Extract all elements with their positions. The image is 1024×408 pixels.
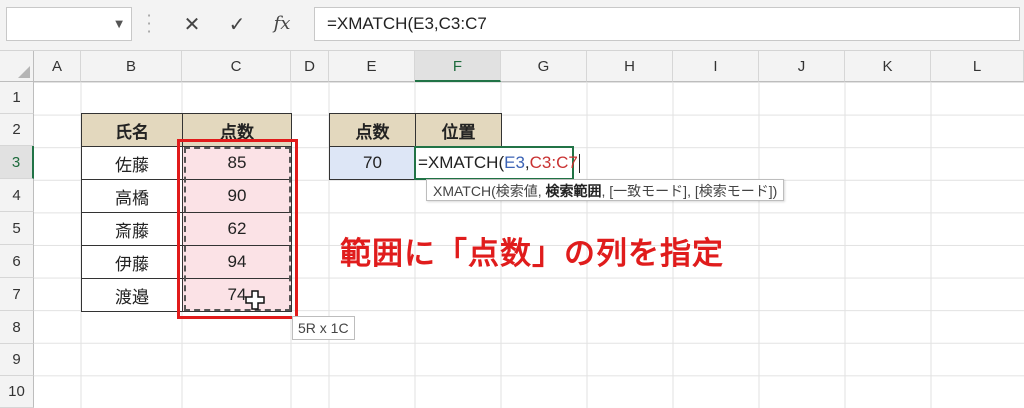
name-cell[interactable]: 斎藤 (81, 212, 183, 246)
table1-header-name[interactable]: 氏名 (81, 113, 183, 147)
function-syntax-tooltip[interactable]: XMATCH(検索値, 検索範囲, [一致モード], [検索モード]) (426, 179, 785, 201)
edit-ref-c3c7: C3:C7 (529, 153, 578, 172)
highlight-box (177, 139, 298, 319)
selection-size-tooltip: 5R x 1C (292, 316, 355, 340)
edit-ref-e3: E3 (504, 153, 525, 172)
instruction-annotation: 範囲に「点数」の列を指定 (340, 236, 724, 272)
table2-header-score[interactable]: 点数 (329, 113, 416, 147)
table2-header-position[interactable]: 位置 (415, 113, 502, 147)
name-cell[interactable]: 高橋 (81, 179, 183, 213)
tooltip-suffix: , [一致モード], [検索モード]) (601, 183, 778, 199)
cross-cursor-icon (245, 290, 265, 310)
text-caret (578, 154, 580, 174)
tooltip-prefix: XMATCH(検索値, (433, 183, 546, 199)
name-cell[interactable]: 佐藤 (81, 146, 183, 180)
name-cell[interactable]: 渡邉 (81, 278, 183, 312)
active-cell-editor[interactable]: =XMATCH(E3,C3:C7 (414, 146, 580, 180)
edit-prefix: =XMATCH( (418, 153, 505, 172)
tooltip-current-arg[interactable]: 検索範囲 (546, 183, 602, 199)
name-cell[interactable]: 伊藤 (81, 245, 183, 279)
search-value-cell[interactable]: 70 (329, 146, 416, 180)
